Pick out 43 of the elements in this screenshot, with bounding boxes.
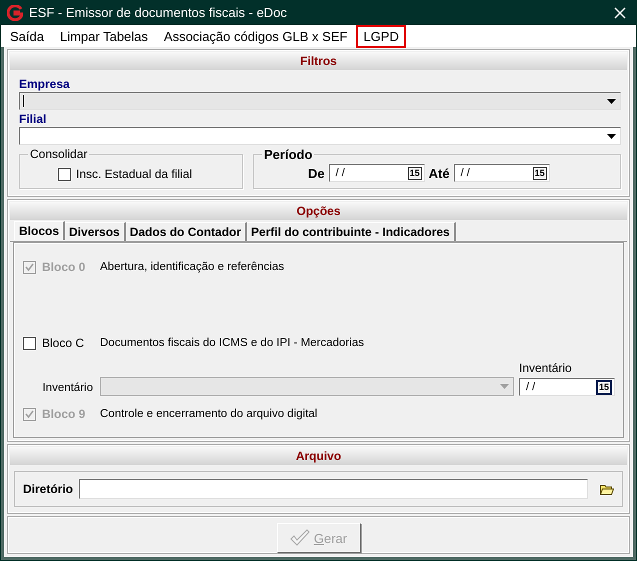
block-description: Controle e encerramento do arquivo digital <box>100 408 318 420</box>
field-label: Filial <box>19 112 48 127</box>
dropdown-arrow-icon <box>500 384 509 389</box>
section-header: Arquivo <box>10 447 627 465</box>
tab[interactable]: Blocos <box>14 221 66 240</box>
checkbox-label: Bloco 9 <box>42 407 86 421</box>
checkbox-label: Bloco C <box>42 336 86 350</box>
checkbox[interactable] <box>23 336 36 350</box>
menu-item[interactable]: Associação códigos GLB x SEF <box>156 24 354 48</box>
field-label: Diretório <box>23 482 74 496</box>
tab[interactable]: Perfil do contribuinte - Indicadores <box>247 222 456 241</box>
group-title: Período <box>263 147 314 162</box>
folder-icon[interactable] <box>600 484 614 494</box>
section-header: Opções <box>10 202 627 220</box>
field-label: Empresa <box>19 77 71 92</box>
date-field[interactable]: / / 15 <box>328 164 425 182</box>
checkmark-icon <box>290 529 310 547</box>
menu-item[interactable]: Saída <box>3 24 51 48</box>
logo-icon <box>7 4 23 20</box>
menu-item[interactable]: LGPD <box>356 24 406 48</box>
field-label: Inventário <box>41 382 94 396</box>
block-description: Documentos fiscais do ICMS e do IPI - Mercadorias <box>100 337 364 349</box>
dropdown-arrow-icon <box>607 134 616 138</box>
tab[interactable]: Dados do Contador <box>126 222 248 241</box>
field-label: Inventário <box>519 361 573 375</box>
dropdown-arrow-icon <box>607 98 616 104</box>
dropdown[interactable] <box>19 127 621 145</box>
field-label: De <box>308 166 325 180</box>
checkbox[interactable] <box>58 168 71 180</box>
directory-field[interactable] <box>79 479 588 499</box>
group-title: Consolidar <box>29 147 88 161</box>
checkbox-label: Insc. Estadual da filial <box>76 167 192 181</box>
calendar-button[interactable]: 15 <box>408 166 422 180</box>
menu-item[interactable]: Limpar Tabelas <box>52 24 155 48</box>
field-label: Até <box>428 166 450 180</box>
window-title: ESF - Emissor de documentos fiscais - eDoc <box>29 5 288 20</box>
block-description: Abertura, identificação e referências <box>100 261 284 273</box>
calendar-button[interactable]: 15 <box>532 166 547 180</box>
checkbox-label: Bloco 0 <box>42 260 86 274</box>
tab[interactable]: Diversos <box>65 222 126 241</box>
close-icon[interactable] <box>614 6 626 18</box>
section-header: Filtros <box>10 52 627 70</box>
date-field[interactable]: / / 15 <box>454 164 550 182</box>
